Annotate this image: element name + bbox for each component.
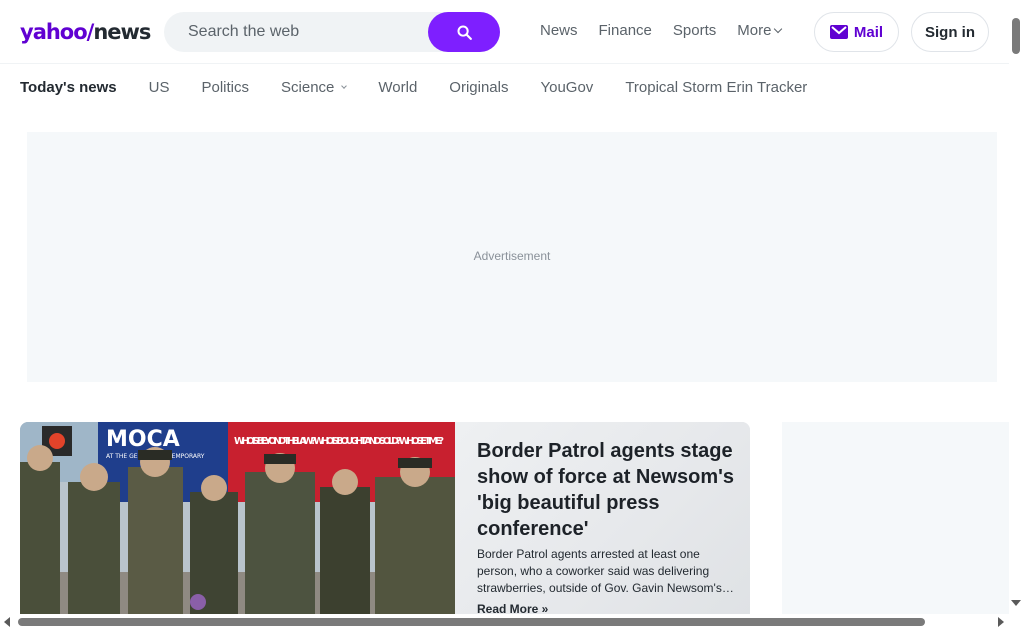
- subnav-originals[interactable]: Originals: [449, 79, 508, 96]
- yahoo-news-logo[interactable]: yahoo/news: [20, 20, 151, 44]
- vertical-scrollbar[interactable]: [1009, 0, 1024, 614]
- site-header: yahoo/news News Finance Sports More Mail…: [0, 0, 1009, 64]
- nav-sports[interactable]: Sports: [673, 22, 716, 39]
- subnav-yougov[interactable]: YouGov: [540, 79, 593, 96]
- scrollbar-corner: [1009, 614, 1024, 629]
- story-headline[interactable]: Border Patrol agents stage show of force…: [477, 438, 737, 542]
- chevron-down-icon: [774, 24, 783, 34]
- logo-text-yahoo: yahoo: [20, 20, 88, 44]
- mail-label: Mail: [853, 23, 884, 41]
- nav-news[interactable]: News: [540, 22, 578, 39]
- subnav-science[interactable]: Science: [281, 78, 348, 96]
- nav-more-label: More: [737, 22, 772, 39]
- search-input[interactable]: [164, 12, 428, 52]
- subnav-tropical-storm-erin-tracker[interactable]: Tropical Storm Erin Tracker: [625, 79, 807, 96]
- advertisement-banner[interactable]: Advertisement: [27, 132, 997, 382]
- logo-text-news: news: [93, 20, 151, 44]
- lead-story-card[interactable]: MOCA AT THE GEFFEN CONTEMPORARY WHO IS B…: [20, 422, 750, 615]
- mail-icon: [829, 25, 848, 39]
- banner-question-text: WHO IS BEYOND THE LAW? WHO IS BOUGHT AND…: [234, 436, 444, 447]
- top-navigation: News Finance Sports More: [540, 22, 802, 39]
- story-image[interactable]: MOCA AT THE GEFFEN CONTEMPORARY WHO IS B…: [20, 422, 455, 615]
- scroll-down-arrow-icon[interactable]: [1011, 600, 1021, 606]
- sign-in-button[interactable]: Sign in: [911, 12, 989, 52]
- search-bar: [164, 12, 500, 52]
- nav-finance[interactable]: Finance: [599, 22, 652, 39]
- banner-moca-text: MOCA: [106, 427, 180, 452]
- mail-button[interactable]: Mail: [814, 12, 899, 52]
- chevron-down-icon: [341, 82, 348, 89]
- advertisement-label: Advertisement: [473, 248, 551, 263]
- nav-more[interactable]: More: [737, 22, 783, 39]
- story-text-panel: Border Patrol agents stage show of force…: [455, 422, 750, 615]
- header-divider: [0, 63, 1009, 64]
- story-photo-illustration: MOCA AT THE GEFFEN CONTEMPORARY WHO IS B…: [20, 422, 455, 615]
- subnav-todays-news[interactable]: Today's news: [20, 79, 117, 96]
- subnav-us[interactable]: US: [149, 79, 170, 96]
- search-icon: [456, 24, 472, 40]
- vertical-scrollbar-thumb[interactable]: [1012, 18, 1020, 54]
- subnav-world[interactable]: World: [378, 79, 417, 96]
- subnav-science-label: Science: [281, 78, 335, 96]
- scroll-right-arrow-icon[interactable]: [998, 617, 1004, 627]
- scroll-left-arrow-icon[interactable]: [4, 617, 10, 627]
- search-button[interactable]: [428, 12, 500, 52]
- section-navigation: Today's news US Politics Science World O…: [20, 78, 839, 96]
- right-rail-ad: [782, 422, 1009, 615]
- subnav-politics[interactable]: Politics: [202, 79, 250, 96]
- story-summary: Border Patrol agents arrested at least o…: [477, 547, 734, 595]
- horizontal-scrollbar-thumb[interactable]: [18, 618, 925, 626]
